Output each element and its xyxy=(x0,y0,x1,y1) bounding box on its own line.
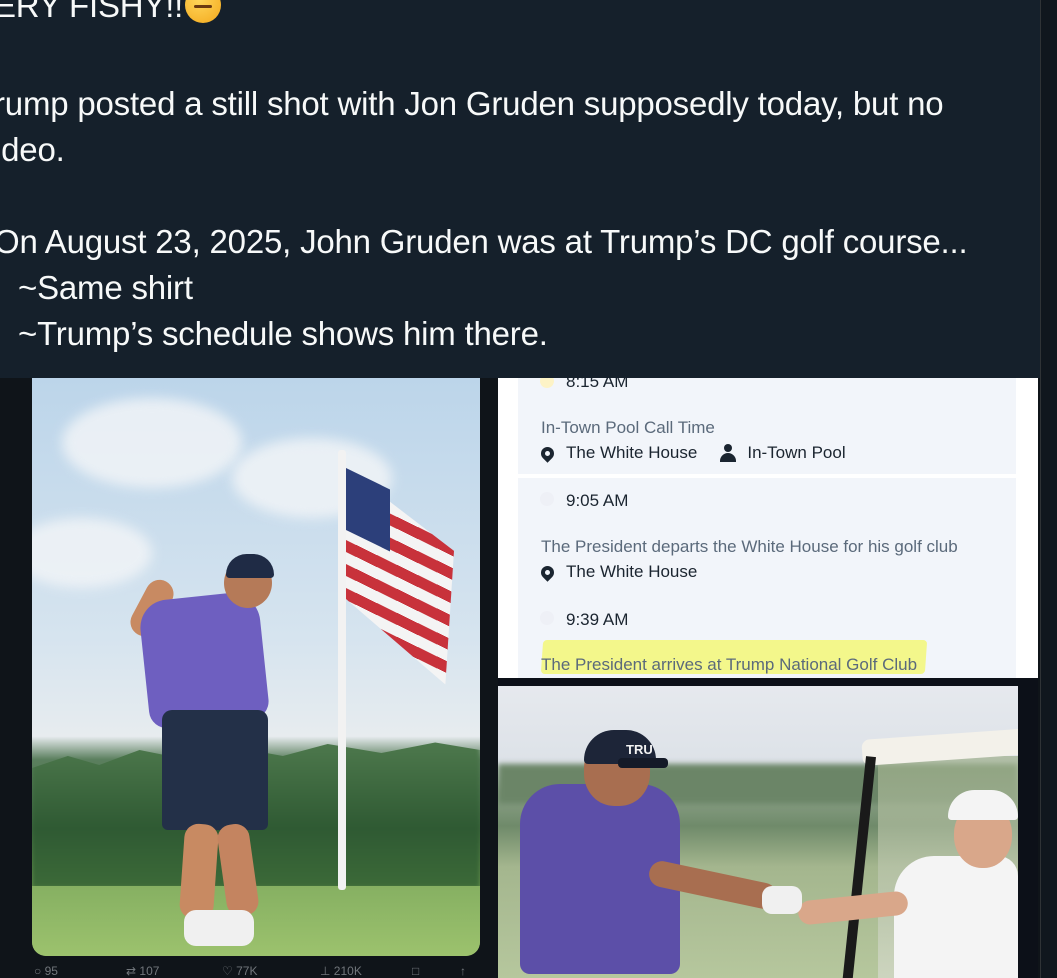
location-pin-icon xyxy=(538,562,557,582)
white-cap xyxy=(948,790,1018,820)
reply-button[interactable]: ○ 95 xyxy=(34,964,58,978)
bookmark-icon: □ xyxy=(412,964,420,978)
share-icon: ↑ xyxy=(460,964,466,978)
time-dot xyxy=(540,492,554,506)
share-button[interactable]: ↑ xyxy=(460,964,466,978)
tweet-line-3: ideo. xyxy=(0,131,65,168)
cloud xyxy=(32,518,152,588)
golfer-shirt xyxy=(137,590,271,730)
views-icon: ⊥ xyxy=(320,964,334,978)
cap-brim xyxy=(618,758,668,768)
views-button[interactable]: ⊥ 210K xyxy=(320,964,362,978)
schedule-location: The White House xyxy=(538,562,697,582)
tweet-line-1: ERY FISHY!! xyxy=(0,0,222,26)
tweet-action-bar: ○ 95 ⇄ 107 ♡ 77K ⊥ 210K □ ↑ xyxy=(30,964,490,978)
tweet-line-4: On August 23, 2025, John Gruden was at T… xyxy=(0,223,968,260)
like-button[interactable]: ♡ 77K xyxy=(222,964,257,978)
tweet-text: ERY FISHY!! rump posted a still shot wit… xyxy=(0,0,1040,378)
tweet-line-6: ~Trump’s schedule shows him there. xyxy=(18,315,548,352)
schedule-location: The White House In-Town Pool xyxy=(538,443,846,463)
tweet-line-2: rump posted a still shot with Jon Gruden… xyxy=(0,85,944,122)
golfer-leg xyxy=(178,822,220,921)
heart-icon: ♡ xyxy=(222,964,237,978)
retweet-icon: ⇄ xyxy=(126,964,140,978)
schedule-title: The President departs the White House fo… xyxy=(541,537,958,556)
person-icon xyxy=(719,444,737,462)
scrollbar[interactable] xyxy=(1040,0,1057,978)
man-white-shirt xyxy=(894,856,1018,978)
cloud xyxy=(62,398,242,488)
golfer-shoe xyxy=(184,910,254,946)
schedule-title-highlighted: The President arrives at Trump National … xyxy=(541,655,918,674)
golf-glove xyxy=(762,886,802,914)
bookmark-button[interactable]: □ xyxy=(412,964,419,978)
retweet-button[interactable]: ⇄ 107 xyxy=(126,964,159,978)
golfer-shorts xyxy=(162,710,268,830)
schedule-time: 8:15 AM xyxy=(566,378,629,391)
expressionless-emoji-icon xyxy=(185,0,222,23)
golf-photo-handshake[interactable]: TRU xyxy=(498,686,1018,978)
schedule-time: 9:39 AM xyxy=(566,610,629,629)
schedule-title: In-Town Pool Call Time xyxy=(541,418,715,437)
flagpole xyxy=(338,450,346,890)
schedule-time: 9:05 AM xyxy=(566,491,629,510)
cap-logo-text: TRU xyxy=(626,742,653,757)
time-dot xyxy=(540,611,554,625)
schedule-screenshot[interactable]: 8:15 AM In-Town Pool Call Time The White… xyxy=(498,378,1038,678)
golf-photo-flag[interactable] xyxy=(32,378,480,956)
golfer-cap xyxy=(226,554,274,578)
reply-icon: ○ xyxy=(34,964,45,978)
tweet-line-5: ~Same shirt xyxy=(18,269,193,306)
location-pin-icon xyxy=(538,443,557,463)
